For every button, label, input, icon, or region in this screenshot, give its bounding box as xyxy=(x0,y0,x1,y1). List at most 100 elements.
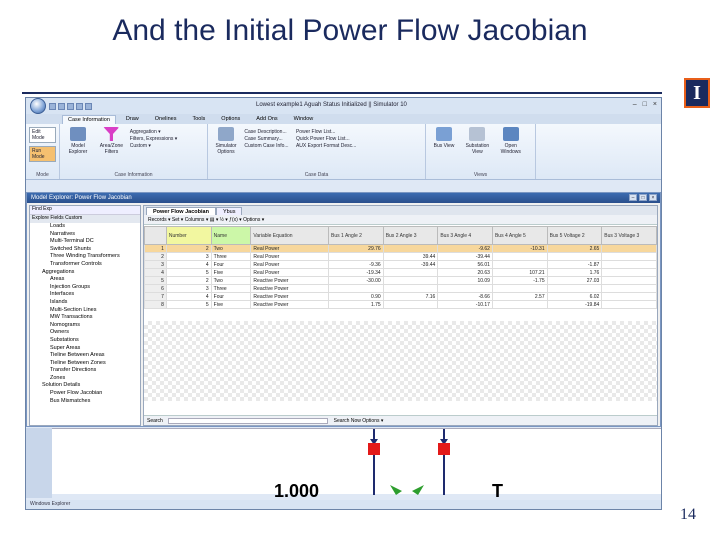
table-cell[interactable]: 0.90 xyxy=(328,292,384,301)
tree-item[interactable]: Aggregations xyxy=(34,269,140,277)
table-cell[interactable] xyxy=(546,252,603,261)
tree-item[interactable]: Injection Groups xyxy=(34,284,140,292)
table-cell[interactable] xyxy=(601,260,657,269)
table-cell[interactable] xyxy=(382,284,439,293)
table-cell[interactable]: -9.36 xyxy=(328,260,384,269)
tree-item[interactable]: Multi-Section Lines xyxy=(34,307,140,315)
tab-case-information[interactable]: Case Information xyxy=(62,115,116,124)
table-cell[interactable]: -19.84 xyxy=(546,300,603,309)
table-cell[interactable] xyxy=(437,284,493,293)
table-cell[interactable]: 2.65 xyxy=(546,244,603,253)
row-number[interactable]: 5 xyxy=(144,276,167,285)
table-row[interactable]: 3 4 Four Real Power -9.36 -39.44 56.01 -1.87 xyxy=(144,260,657,269)
table-cell[interactable]: 3 xyxy=(165,252,212,261)
table-cell[interactable]: 27.03 xyxy=(546,276,603,285)
table-cell[interactable]: Three xyxy=(210,284,252,293)
edit-mode-button[interactable]: Edit Mode xyxy=(29,127,56,143)
search-input[interactable] xyxy=(168,417,329,424)
table-cell[interactable]: Real Power xyxy=(250,244,330,253)
table-toolbar[interactable]: Records ▾ Set ▾ Columns ▾ ▤ ▾ ½ ▾ ƒ(x) ▾… xyxy=(144,215,657,225)
table-cell[interactable]: Real Power xyxy=(250,260,330,269)
tree-tabs[interactable]: Explore Fields Custom xyxy=(30,215,140,223)
table-cell[interactable]: -1.75 xyxy=(491,276,548,285)
table-cell[interactable]: 6.02 xyxy=(546,292,603,301)
table-cell[interactable] xyxy=(601,284,657,293)
column-header[interactable] xyxy=(144,226,167,245)
table-cell[interactable]: -9.62 xyxy=(437,244,493,253)
tree-item[interactable]: Power Flow Jacobian xyxy=(34,390,140,398)
tree-item[interactable]: Transfer Directions xyxy=(34,367,140,375)
maximize-button[interactable]: □ xyxy=(643,101,647,108)
table-cell[interactable]: Reactive Power xyxy=(250,292,330,301)
table-row[interactable]: 2 3 Three Real Power 39.44 -39.44 xyxy=(144,252,657,261)
tree-item[interactable]: Solution Details xyxy=(34,382,140,390)
table-cell[interactable]: -39.44 xyxy=(382,260,439,269)
table-cell[interactable]: 2 xyxy=(165,244,212,253)
column-header[interactable]: Variable Equation xyxy=(250,226,330,245)
table-cell[interactable]: 29.76 xyxy=(328,244,384,253)
print-icon[interactable] xyxy=(85,102,92,110)
table-cell[interactable] xyxy=(491,284,548,293)
save-icon[interactable] xyxy=(49,102,56,110)
tree-item[interactable]: Nomograms xyxy=(34,322,140,330)
row-number[interactable]: 1 xyxy=(144,244,167,253)
table-cell[interactable] xyxy=(601,292,657,301)
table-cell[interactable]: Two xyxy=(210,244,252,253)
explorer-minimize-button[interactable]: – xyxy=(629,194,637,201)
table-cell[interactable] xyxy=(601,268,657,277)
tab-ybus[interactable]: Ybus xyxy=(215,207,243,215)
search-now-button[interactable]: Search Now Options ▾ xyxy=(334,418,384,424)
filters-expressions-menu[interactable]: Filters, Expressions ▾ xyxy=(130,136,178,143)
table-cell[interactable] xyxy=(491,300,548,309)
open-windows-button[interactable]: Open Windows xyxy=(496,127,526,155)
tree-item[interactable]: Multi-Terminal DC xyxy=(34,238,140,246)
table-cell[interactable]: 5 xyxy=(165,300,212,309)
tree-item[interactable]: Bus Mismatches xyxy=(34,398,140,406)
column-header[interactable]: Bus 3 Angle 4 xyxy=(437,226,493,245)
tree-item[interactable]: Switched Shunts xyxy=(34,246,140,254)
custom-menu[interactable]: Custom ▾ xyxy=(130,143,178,150)
close-button[interactable]: × xyxy=(653,101,657,108)
open-icon[interactable] xyxy=(58,102,65,110)
tree-item[interactable]: MW Transactions xyxy=(34,314,140,322)
tree-item[interactable]: Owners xyxy=(34,329,140,337)
area-zone-filters-button[interactable]: Area/Zone Filters xyxy=(96,127,126,155)
tree-item[interactable]: Loads xyxy=(34,223,140,231)
tab-draw[interactable]: Draw xyxy=(120,114,145,124)
column-header[interactable]: Number xyxy=(165,226,212,245)
table-cell[interactable]: -1.87 xyxy=(546,260,603,269)
tab-onelines[interactable]: Onelines xyxy=(149,114,183,124)
table-cell[interactable] xyxy=(328,252,384,261)
redo-icon[interactable] xyxy=(76,102,83,110)
table-cell[interactable]: Reactive Power xyxy=(250,300,330,309)
table-cell[interactable]: 2.57 xyxy=(491,292,548,301)
table-cell[interactable]: Four xyxy=(210,292,252,301)
row-number[interactable]: 7 xyxy=(144,292,167,301)
table-cell[interactable] xyxy=(328,284,384,293)
table-cell[interactable]: 2 xyxy=(165,276,212,285)
undo-icon[interactable] xyxy=(67,102,74,110)
table-row[interactable]: 7 4 Four Reactive Power 0.90 7.16 -8.66 2.57 6.0… xyxy=(144,292,657,301)
tree-item[interactable]: Islands xyxy=(34,299,140,307)
table-cell[interactable]: 4 xyxy=(165,260,212,269)
row-number[interactable]: 8 xyxy=(144,300,167,309)
explorer-maximize-button[interactable]: □ xyxy=(639,194,647,201)
tab-power-flow-jacobian[interactable]: Power Flow Jacobian xyxy=(146,207,216,215)
column-header[interactable]: Bus 3 Voltage 3 xyxy=(601,226,657,245)
tab-options[interactable]: Options xyxy=(215,114,246,124)
table-cell[interactable]: 3 xyxy=(165,284,212,293)
table-cell[interactable]: Five xyxy=(210,268,252,277)
row-number[interactable]: 4 xyxy=(144,268,167,277)
bus-view-button[interactable]: Bus View xyxy=(429,127,459,149)
tree-item[interactable]: Transformer Controls xyxy=(34,261,140,269)
breaker-icon[interactable] xyxy=(438,443,450,455)
row-number[interactable]: 2 xyxy=(144,252,167,261)
case-description-link[interactable]: Case Description... xyxy=(244,129,288,136)
column-header[interactable]: Bus 2 Angle 3 xyxy=(382,226,439,245)
tree-item[interactable]: Substations xyxy=(34,337,140,345)
column-header[interactable]: Bus 1 Angle 2 xyxy=(328,226,384,245)
table-cell[interactable] xyxy=(491,260,548,269)
table-cell[interactable]: Real Power xyxy=(250,252,330,261)
model-explorer-button[interactable]: Model Explorer xyxy=(63,127,93,155)
table-cell[interactable]: 20.63 xyxy=(437,268,493,277)
